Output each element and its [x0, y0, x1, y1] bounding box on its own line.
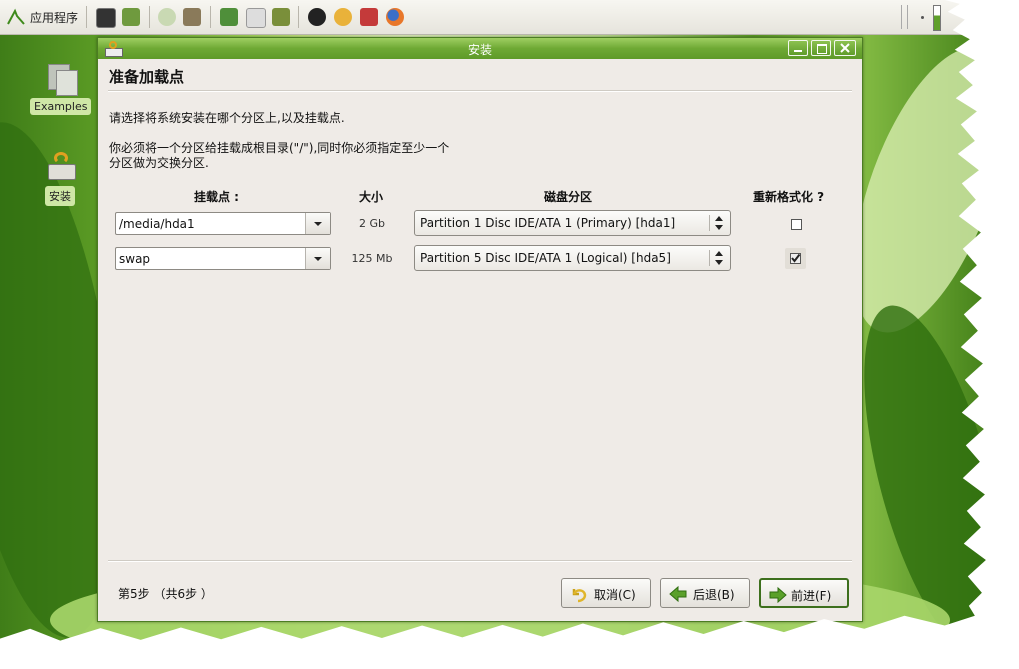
installer-window: 安装 准备加载点 请选择将系统安装在哪个分区上,以及挂载点. 你必须将一个分区给…: [97, 37, 863, 622]
back-button[interactable]: 后退(B): [660, 578, 750, 608]
column-header-mount: 挂载点 :: [194, 190, 239, 204]
partition-size: 2 Gb: [358, 217, 385, 230]
panel-separator: [298, 6, 299, 28]
examples-folder-icon: [44, 62, 78, 96]
editor-icon[interactable]: [246, 8, 266, 28]
chevron-down-icon: [314, 222, 322, 226]
note-line-2: 分区做为交换分区.: [109, 156, 209, 170]
close-icon: [840, 43, 850, 53]
firefox-icon[interactable]: [386, 8, 404, 26]
panel-separator: [86, 6, 87, 28]
installer-icon: [44, 150, 76, 182]
screenshot-frame: 应用程序 Examples 安装 安装 准备加载点 请选择将系统安装在哪个分区上…: [0, 0, 986, 641]
arrow-left-icon: [669, 585, 687, 603]
music-icon[interactable]: [158, 8, 176, 26]
maximize-button[interactable]: [811, 40, 831, 56]
applications-menu[interactable]: 应用程序: [6, 7, 78, 27]
maximize-icon: [817, 44, 827, 54]
minimize-button[interactable]: [788, 40, 808, 56]
desktop-icon-label: Examples: [30, 98, 92, 115]
chevron-down-icon: [314, 257, 322, 261]
mount-point-value: /media/hda1: [119, 217, 195, 231]
mount-point-combo[interactable]: swap: [115, 247, 331, 270]
undo-icon: [572, 589, 587, 603]
applications-logo-icon: [7, 8, 25, 25]
partition-select[interactable]: Partition 1 Disc IDE/ATA 1 (Primary) [hd…: [414, 210, 731, 236]
panel-separator: [210, 6, 211, 28]
panel-separator: [149, 6, 150, 28]
volume-level-icon[interactable]: [933, 5, 941, 31]
window-title: 安装: [467, 43, 492, 57]
reformat-checkbox[interactable]: [790, 253, 801, 264]
partition-size: 125 Mb: [351, 252, 393, 265]
checkmark-icon: [791, 253, 801, 263]
forward-button-label: 前进(F): [791, 589, 832, 603]
desktop-icon-label: 安装: [45, 186, 75, 206]
partition-select-value: Partition 5 Disc IDE/ATA 1 (Logical) [hd…: [420, 251, 671, 265]
note-line-1: 你必须将一个分区给挂载成根目录("/"),同时你必须指定至少一个: [109, 141, 450, 155]
game-icon[interactable]: [360, 8, 378, 26]
messenger-icon[interactable]: [334, 8, 352, 26]
mount-point-value: swap: [119, 252, 151, 266]
terminal-icon[interactable]: [96, 8, 116, 28]
window-titlebar[interactable]: 安装: [98, 38, 862, 59]
partition-select-value: Partition 1 Disc IDE/ATA 1 (Primary) [hd…: [420, 216, 676, 230]
tray-dot-icon: [921, 16, 924, 19]
cancel-button[interactable]: 取消(C): [561, 578, 651, 608]
penguin-icon[interactable]: [308, 8, 326, 26]
reformat-checkbox[interactable]: [791, 219, 802, 230]
books-icon[interactable]: [272, 8, 290, 26]
column-header-partition: 磁盘分区: [544, 190, 593, 204]
tray-handle[interactable]: [901, 5, 908, 29]
column-header-reformat: 重新格式化 ?: [753, 190, 825, 204]
intro-text: 请选择将系统安装在哪个分区上,以及挂载点.: [109, 111, 345, 125]
close-button[interactable]: [834, 40, 856, 56]
arrow-right-icon: [769, 586, 787, 604]
folder-icon[interactable]: [122, 8, 140, 26]
heading-divider: [108, 90, 852, 92]
page-title: 准备加载点: [109, 68, 185, 86]
desktop-icon-examples[interactable]: Examples: [30, 62, 92, 115]
combo-dropdown-button[interactable]: [305, 248, 330, 269]
column-header-size: 大小: [359, 190, 384, 204]
updown-arrows-icon: [715, 216, 723, 230]
partition-select[interactable]: Partition 5 Disc IDE/ATA 1 (Logical) [hd…: [414, 245, 731, 271]
applications-menu-label: 应用程序: [30, 10, 79, 25]
back-button-label: 后退(B): [693, 588, 735, 602]
tools-icon[interactable]: [220, 8, 238, 26]
top-panel: 应用程序: [0, 0, 986, 35]
select-divider: [709, 250, 710, 266]
step-indicator: 第5步 （共6步 ）: [118, 587, 213, 601]
mount-point-combo[interactable]: /media/hda1: [115, 212, 331, 235]
system-tray: [901, 3, 945, 31]
cancel-button-label: 取消(C): [594, 588, 636, 602]
updown-arrows-icon: [715, 251, 723, 265]
minimize-icon: [794, 50, 802, 52]
combo-dropdown-button[interactable]: [305, 213, 330, 234]
forward-button[interactable]: 前进(F): [759, 578, 849, 608]
desktop-icon-installer[interactable]: 安装: [30, 150, 90, 206]
select-divider: [709, 215, 710, 231]
cd-icon[interactable]: [183, 8, 201, 26]
footer-divider: [108, 560, 852, 562]
